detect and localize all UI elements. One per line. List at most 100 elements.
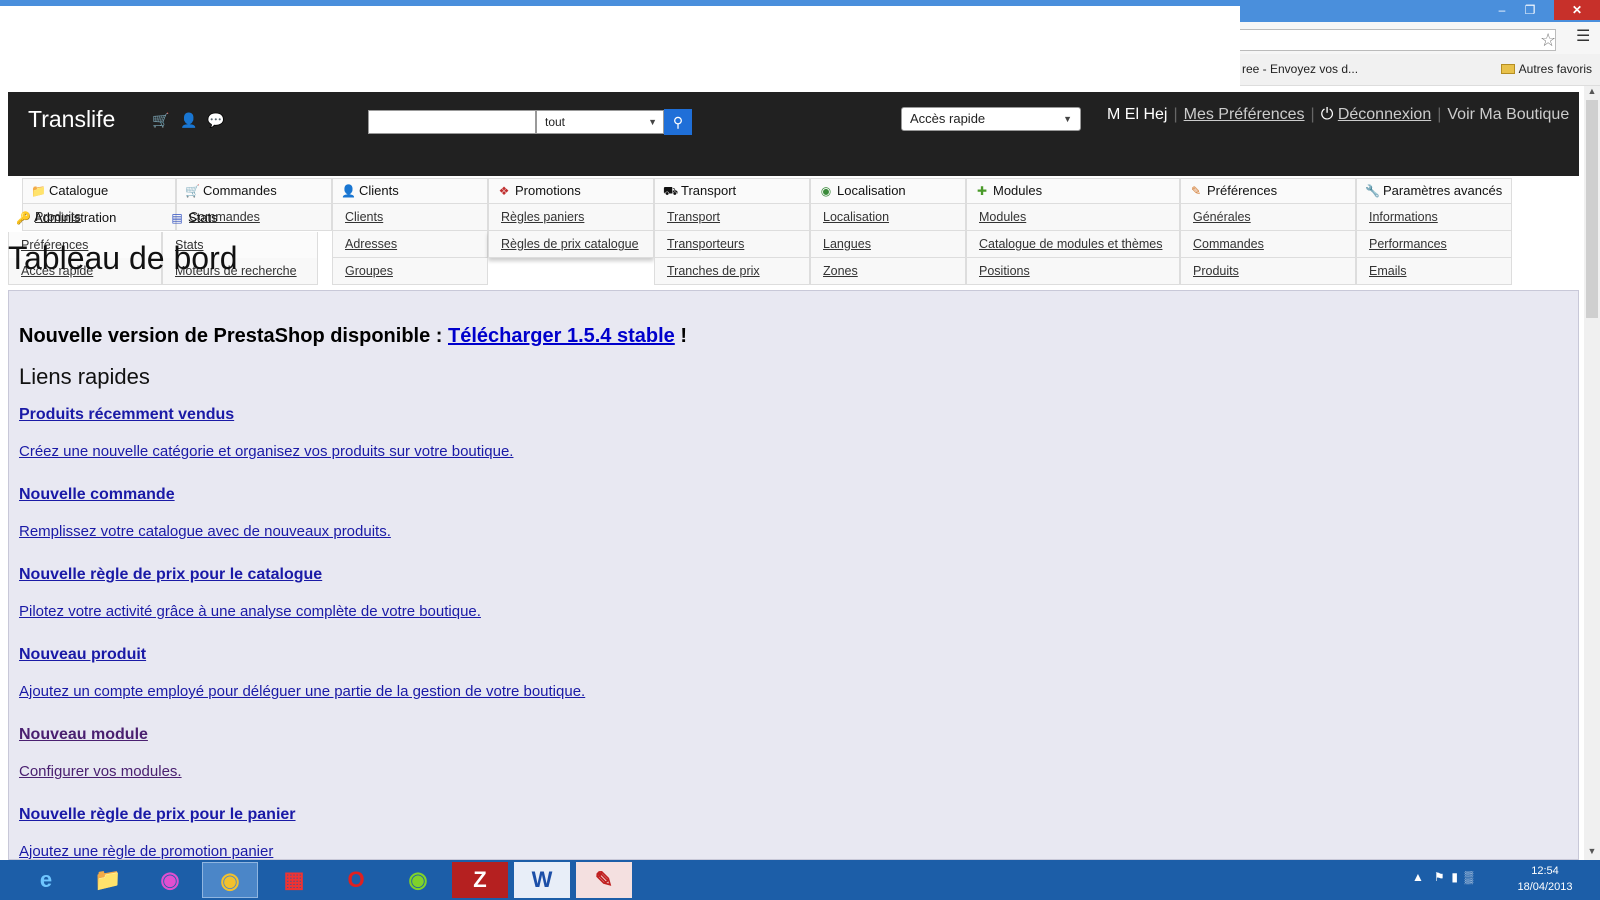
submenu-item[interactable]: Positions — [966, 258, 1180, 285]
address-bar[interactable]: ☆ — [1240, 29, 1556, 51]
star-icon[interactable]: ☆ — [1540, 30, 1562, 52]
windows-icon[interactable]: ▦ — [266, 862, 322, 898]
shop-name[interactable]: Translife — [28, 106, 115, 133]
tray-arrow-icon[interactable]: ▲ — [1412, 870, 1424, 884]
submenu-link[interactable]: Informations — [1369, 210, 1438, 224]
submenu-item[interactable]: Règles paniers — [488, 204, 654, 231]
filezilla-icon[interactable]: Z — [452, 862, 508, 898]
submenu-item[interactable]: Transport — [654, 204, 810, 231]
clock[interactable]: 12:54 18/04/2013 — [1510, 863, 1580, 895]
submenu-link[interactable]: Commandes — [1193, 237, 1264, 251]
cart-icon[interactable]: 🛒 — [152, 112, 169, 129]
submenu-link[interactable]: Règles de prix catalogue — [501, 237, 639, 251]
submenu-item[interactable]: Règles de prix catalogue — [488, 231, 654, 258]
tab-modules[interactable]: ✚ Modules — [966, 178, 1180, 204]
submenu-link[interactable]: Clients — [345, 210, 383, 224]
quick-access-select[interactable]: Accès rapide ▼ — [901, 107, 1081, 131]
submenu-link[interactable]: Tranches de prix — [667, 264, 760, 278]
submenu-item[interactable]: Langues — [810, 231, 966, 258]
submenu-item[interactable]: Commandes — [1180, 231, 1356, 258]
search-scope-select[interactable]: tout ▼ — [536, 110, 664, 134]
submenu-item[interactable]: Performances — [1356, 231, 1512, 258]
app-icon[interactable]: ◉ — [142, 862, 198, 898]
logout-link[interactable]: Déconnexion — [1338, 106, 1431, 123]
quick-link-desc[interactable]: Ajoutez un compte employé pour déléguer … — [19, 683, 585, 700]
spotify-icon[interactable]: ◉ — [390, 862, 446, 898]
tab-commandes[interactable]: 🛒 Commandes — [176, 178, 332, 204]
system-tray[interactable]: ▲ ⚑ ▮ ▒ — [1412, 870, 1473, 884]
submenu-link[interactable]: Modules — [979, 210, 1026, 224]
submenu-item[interactable]: Groupes — [332, 258, 488, 285]
download-link[interactable]: Télécharger 1.5.4 stable — [448, 325, 675, 347]
submenu-link[interactable]: Adresses — [345, 237, 397, 251]
submenu-link[interactable]: Positions — [979, 264, 1030, 278]
submenu-item[interactable]: Transporteurs — [654, 231, 810, 258]
page-scrollbar[interactable]: ▲ ▼ — [1584, 86, 1600, 860]
minimize-button[interactable]: – — [1488, 0, 1516, 20]
quick-link-title[interactable]: Produits récemment vendus — [19, 406, 234, 424]
submenu-item[interactable]: Clients — [332, 204, 488, 231]
close-button[interactable]: ✕ — [1554, 0, 1600, 20]
quick-link-desc[interactable]: Ajoutez une règle de promotion panier — [19, 843, 273, 860]
scroll-thumb[interactable] — [1586, 100, 1598, 318]
tab-localisation[interactable]: ◉ Localisation — [810, 178, 966, 204]
battery-icon[interactable]: ▮ — [1451, 870, 1458, 884]
submenu-link[interactable]: Emails — [1369, 264, 1407, 278]
submenu-link[interactable]: Zones — [823, 264, 858, 278]
word-icon[interactable]: W — [514, 862, 570, 898]
view-shop-link[interactable]: Voir Ma Boutique — [1447, 106, 1569, 123]
search-button[interactable]: ⚲ — [664, 109, 692, 135]
tab-administration[interactable]: 🔑 Administration — [8, 206, 162, 232]
acrobat-icon[interactable]: ✎ — [576, 862, 632, 898]
quick-link-title[interactable]: Nouvelle commande — [19, 486, 175, 504]
submenu-item[interactable]: Emails — [1356, 258, 1512, 285]
quick-link-title[interactable]: Nouveau produit — [19, 646, 146, 664]
submenu-link[interactable]: Performances — [1369, 237, 1447, 251]
submenu-link[interactable]: Règles paniers — [501, 210, 584, 224]
search-input[interactable] — [368, 110, 536, 134]
tab-clients[interactable]: 👤 Clients — [332, 178, 488, 204]
ie-icon[interactable]: e — [18, 862, 74, 898]
explorer-icon[interactable]: 📁 — [80, 862, 136, 898]
submenu-item[interactable]: Générales — [1180, 204, 1356, 231]
submenu-item[interactable]: Zones — [810, 258, 966, 285]
opera-icon[interactable]: O — [328, 862, 384, 898]
quick-link-desc[interactable]: Remplissez votre catalogue avec de nouve… — [19, 523, 391, 540]
signal-icon[interactable]: ▒ — [1465, 870, 1474, 884]
submenu-item[interactable]: Produits — [1180, 258, 1356, 285]
scroll-down-icon[interactable]: ▼ — [1584, 846, 1600, 858]
quick-link-desc[interactable]: Créez une nouvelle catégorie et organise… — [19, 443, 513, 460]
tab-parametres-avances[interactable]: 🔧 Paramètres avancés — [1356, 178, 1512, 204]
submenu-link[interactable]: Générales — [1193, 210, 1251, 224]
submenu-item[interactable]: Adresses — [332, 231, 488, 258]
submenu-link[interactable]: Transporteurs — [667, 237, 744, 251]
menu-icon[interactable]: ☰ — [1576, 29, 1592, 46]
customer-icon[interactable]: 👤 — [180, 112, 197, 129]
submenu-item[interactable]: Modules — [966, 204, 1180, 231]
submenu-link[interactable]: Transport — [667, 210, 720, 224]
tab-transport[interactable]: ⛟ Transport — [654, 178, 810, 204]
submenu-link[interactable]: Localisation — [823, 210, 889, 224]
preferences-link[interactable]: Mes Préférences — [1184, 106, 1305, 123]
quick-link-title[interactable]: Nouvelle règle de prix pour le panier — [19, 806, 296, 824]
quick-link-desc[interactable]: Pilotez votre activité grâce à une analy… — [19, 603, 481, 620]
tab-promotions[interactable]: ❖ Promotions — [488, 178, 654, 204]
submenu-link[interactable]: Produits — [1193, 264, 1239, 278]
submenu-item[interactable]: Localisation — [810, 204, 966, 231]
tab-stats[interactable]: ▤ Stats — [162, 206, 318, 232]
tab-preferences[interactable]: ✎ Préférences — [1180, 178, 1356, 204]
submenu-item[interactable]: Informations — [1356, 204, 1512, 231]
tab-catalogue[interactable]: 📁 Catalogue — [22, 178, 176, 204]
flag-icon[interactable]: ⚑ — [1434, 870, 1445, 884]
submenu-link[interactable]: Catalogue de modules et thèmes — [979, 237, 1162, 251]
message-icon[interactable]: 💬 — [207, 112, 224, 129]
quick-link-title[interactable]: Nouveau module — [19, 726, 148, 744]
submenu-item[interactable]: Catalogue de modules et thèmes — [966, 231, 1180, 258]
chrome-icon[interactable]: ◉ — [202, 862, 258, 898]
bookmark-item[interactable]: ree - Envoyez vos d... — [1242, 62, 1358, 76]
scroll-up-icon[interactable]: ▲ — [1584, 86, 1600, 98]
quick-link-desc[interactable]: Configurer vos modules. — [19, 763, 182, 780]
other-bookmarks[interactable]: Autres favoris — [1500, 62, 1592, 76]
submenu-item[interactable]: Tranches de prix — [654, 258, 810, 285]
quick-link-title[interactable]: Nouvelle règle de prix pour le catalogue — [19, 566, 322, 584]
